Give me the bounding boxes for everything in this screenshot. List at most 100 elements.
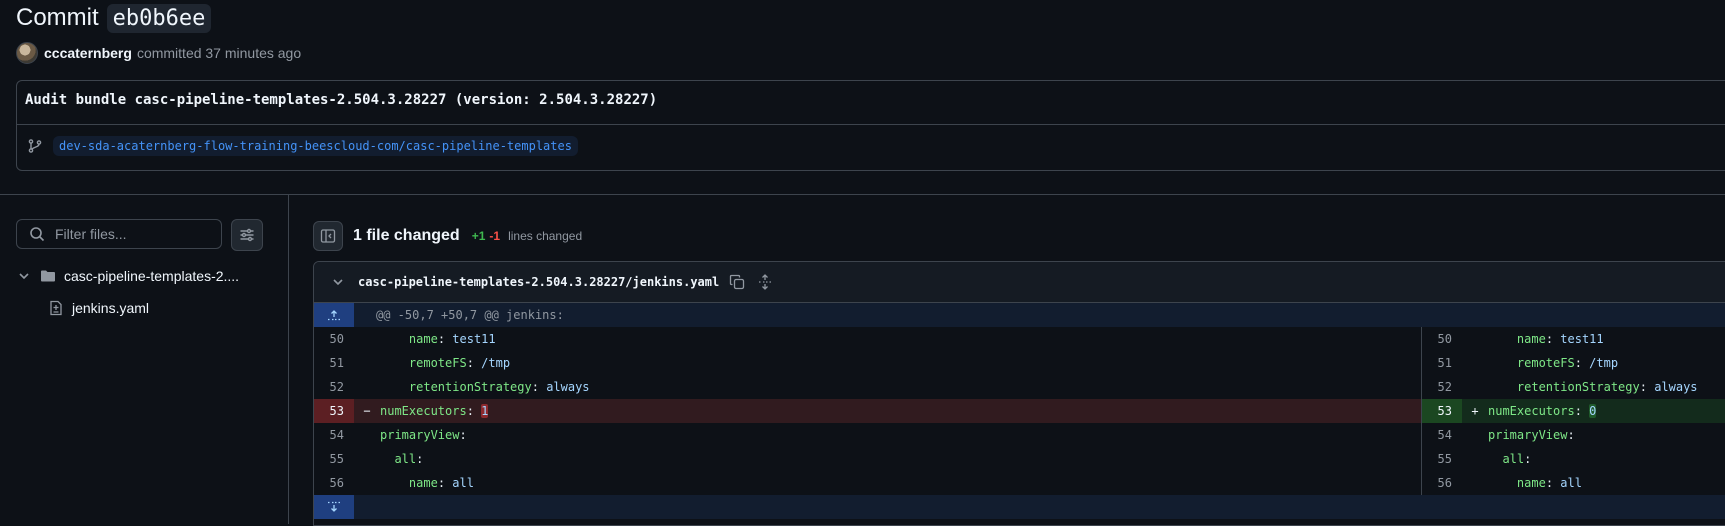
code-line: remoteFS: /tmp xyxy=(1488,351,1618,375)
expand-up-button[interactable] xyxy=(314,303,354,327)
hunk-label: @@ -50,7 +50,7 @@ jenkins: xyxy=(376,308,564,322)
chevron-down-icon[interactable] xyxy=(16,268,32,284)
yaml-key: numExecutors xyxy=(380,404,467,418)
line-number[interactable]: 55 xyxy=(1422,447,1462,471)
yaml-separator: : xyxy=(531,380,547,394)
yaml-separator: : xyxy=(1567,428,1575,442)
line-number[interactable]: 54 xyxy=(314,423,354,447)
yaml-value: always xyxy=(1654,380,1698,394)
lines-changed-label: lines changed xyxy=(508,229,583,243)
yaml-value: test11 xyxy=(452,332,496,346)
file-diff: casc-pipeline-templates-2.504.3.28227/je… xyxy=(313,261,1725,526)
yaml-key: name xyxy=(1516,476,1546,490)
diff-marker xyxy=(354,375,380,399)
filter-files-field[interactable] xyxy=(16,219,222,249)
avatar[interactable] xyxy=(16,42,38,64)
tree-file-item[interactable]: jenkins.yaml xyxy=(48,298,149,318)
diff-marker: + xyxy=(1471,404,1479,418)
committed-time: committed 37 minutes ago xyxy=(136,45,302,61)
filter-settings-button[interactable] xyxy=(231,219,263,251)
yaml-key: retentionStrategy xyxy=(408,380,532,394)
yaml-key: remoteFS xyxy=(1516,356,1575,370)
line-number[interactable]: 50 xyxy=(1422,327,1462,351)
yaml-separator: : xyxy=(437,332,453,346)
diff-marker: − xyxy=(363,404,371,418)
expand-all-button[interactable] xyxy=(757,274,773,290)
diff-line: 51 remoteFS: /tmp xyxy=(1422,351,1725,375)
line-number[interactable]: 52 xyxy=(1422,375,1462,399)
diff-line: 50 name: test11 xyxy=(314,327,1421,351)
yaml-key: name xyxy=(408,476,438,490)
commit-sha[interactable]: eb0b6ee xyxy=(106,3,212,33)
yaml-value: test11 xyxy=(1560,332,1604,346)
line-number[interactable]: 52 xyxy=(314,375,354,399)
yaml-separator: : xyxy=(1524,452,1532,466)
search-icon xyxy=(30,227,45,242)
copy-path-button[interactable] xyxy=(729,274,745,290)
branch-row: dev-sda-acaternberg-flow-training-beescl… xyxy=(27,136,578,156)
file-path[interactable]: casc-pipeline-templates-2.504.3.28227/je… xyxy=(358,275,719,289)
line-number[interactable]: 53 xyxy=(314,399,354,423)
diff-marker xyxy=(1462,327,1488,351)
commit-title: Commit eb0b6ee xyxy=(16,0,212,36)
yaml-key: numExecutors xyxy=(1488,404,1575,418)
yaml-key: name xyxy=(408,332,438,346)
yaml-separator: : xyxy=(416,452,424,466)
yaml-separator: : xyxy=(459,428,467,442)
line-number[interactable]: 56 xyxy=(1422,471,1462,495)
additions-count: +1 xyxy=(471,229,486,243)
toggle-sidebar-button[interactable] xyxy=(313,221,343,251)
yaml-separator: : xyxy=(1639,380,1655,394)
expand-down-button[interactable] xyxy=(314,495,354,519)
diff-left-side: 50 name: test11 51 remoteFS: /tmp 52 reten… xyxy=(314,327,1422,495)
code-line: name: all xyxy=(1488,471,1582,495)
author-row: cccaternberg committed 37 minutes ago xyxy=(16,42,301,64)
commit-message-box: Audit bundle casc-pipeline-templates-2.5… xyxy=(16,80,1725,171)
line-number[interactable]: 56 xyxy=(314,471,354,495)
diff-summary: 1 file changed +1 -1 lines changed xyxy=(313,220,582,252)
line-number[interactable]: 50 xyxy=(314,327,354,351)
yaml-separator: : xyxy=(1545,476,1561,490)
divider xyxy=(17,124,1725,125)
line-number[interactable]: 51 xyxy=(1422,351,1462,375)
diff-marker xyxy=(354,423,380,447)
deletions-count: -1 xyxy=(489,229,501,243)
diff-right-side: 50 name: test11 51 remoteFS: /tmp 52 reten… xyxy=(1422,327,1725,495)
diff-line: 52 retentionStrategy: always xyxy=(1422,375,1725,399)
diff-marker xyxy=(1462,375,1488,399)
branch-label[interactable]: dev-sda-acaternberg-flow-training-beescl… xyxy=(53,136,578,156)
tree-folder-item[interactable]: casc-pipeline-templates-2.... xyxy=(16,266,239,286)
hunk-header: @@ -50,7 +50,7 @@ jenkins: xyxy=(314,303,1725,327)
diff-line: 55 all: xyxy=(314,447,1421,471)
chevron-down-icon[interactable] xyxy=(330,274,346,290)
yaml-value: 1 xyxy=(481,404,489,418)
folder-label: casc-pipeline-templates-2.... xyxy=(64,268,240,284)
code-line: name: all xyxy=(380,471,474,495)
line-number[interactable]: 55 xyxy=(314,447,354,471)
author-name[interactable]: cccaternberg xyxy=(44,45,132,61)
code-line: primaryView: xyxy=(380,423,467,447)
line-number[interactable]: 54 xyxy=(1422,423,1462,447)
code-line: remoteFS: /tmp xyxy=(380,351,510,375)
diff-line: 56 name: all xyxy=(1422,471,1725,495)
filter-files-input[interactable] xyxy=(53,225,217,243)
code-line: retentionStrategy: always xyxy=(1488,375,1698,399)
sidebar-collapse-icon xyxy=(320,229,336,243)
code-line: name: test11 xyxy=(380,327,496,351)
yaml-value: always xyxy=(546,380,590,394)
code-line: all: xyxy=(380,447,423,471)
line-number[interactable]: 51 xyxy=(314,351,354,375)
added-line: 53 + numExecutors: 0 xyxy=(1422,399,1725,423)
yaml-separator: : xyxy=(437,476,453,490)
diff-line: 51 remoteFS: /tmp xyxy=(314,351,1421,375)
yaml-value: 0 xyxy=(1589,404,1597,418)
line-number[interactable]: 53 xyxy=(1422,399,1462,423)
diff-marker xyxy=(354,471,380,495)
